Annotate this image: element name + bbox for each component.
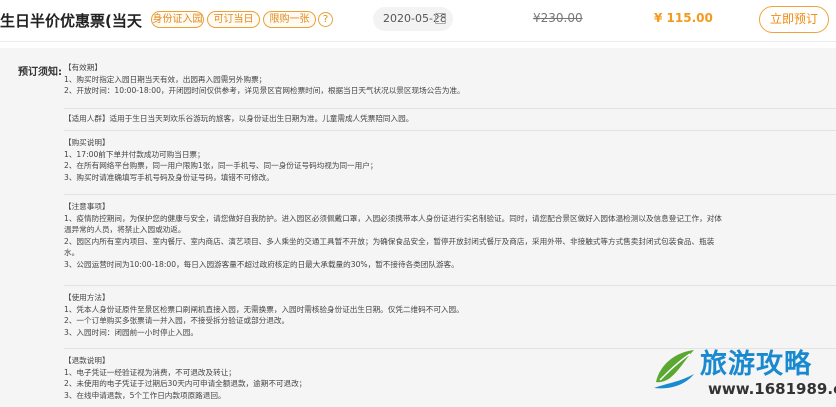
notice-line: 3、入园时间：闭园前一小时停止入园。 xyxy=(64,327,198,337)
notice-section-precautions: 【注意事项】 1、疫情防控期间，为保护您的健康与安全，请您做好自我防护。进入园区… xyxy=(64,194,836,270)
notice-section-usage: 【使用方法】 1、凭本人身份证原件至景区检票口刷闸机直接入园，无需换票，入园时需… xyxy=(64,285,836,338)
notice-line: 【有效期】 xyxy=(64,63,102,72)
notice-line: 【使用方法】 xyxy=(64,293,110,302)
book-now-button[interactable]: 立即预订 xyxy=(759,6,829,33)
notice-line: 2、在所有网络平台购票，同一用户限购1张，同一手机号、同一身份证号码均视为同一用… xyxy=(64,161,378,170)
watermark-title: 旅游攻略 xyxy=(700,349,812,380)
notice-line: 1、凭本人身份证原件至景区检票口刷闸机直接入园，无需换票，入园时需核验身份证出生… xyxy=(64,304,464,314)
notice-section-purchase: 【购买说明】 1、17:00前下单并付款成功可购当日票； 2、在所有网络平台购票… xyxy=(64,130,836,183)
notice-line: 2、一个订单购买多张票请一并入园，不接受拆分验证或部分退改。 xyxy=(64,316,290,325)
notice-line: 2、园区内所有室内项目、室内餐厅、室内商店、演艺项目、多人乘坐的交通工具暂不开放… xyxy=(64,236,715,246)
tag-same-day-booking: 可订当日 xyxy=(207,11,260,28)
original-price: ¥230.00 xyxy=(533,11,583,25)
notice-line: 【注意事项】 xyxy=(64,202,110,211)
notice-line: 1、疫情防控期间，为保护您的健康与安全，请您做好自我防护。进入园区必须佩戴口罩，… xyxy=(64,213,722,223)
watermark-url: www.1681989.cn xyxy=(708,380,836,398)
notice-line: 温异常的人员，将禁止入园或劝返。 xyxy=(64,225,186,234)
notice-line: 2、开放时间：10:00-18:00，开闭园时间仅供参考，详见景区官网检票时间，… xyxy=(64,86,465,95)
notice-section-audience: 【适用人群】适用于生日当天到欢乐谷游玩的旅客，以身份证出生日期为准。儿童需成人凭… xyxy=(64,108,836,125)
section-divider: 【适用人群】适用于生日当天到欢乐谷游玩的旅客，以身份证出生日期为准。儿童需成人凭… xyxy=(64,108,836,125)
calendar-icon xyxy=(435,13,446,24)
notice-section-validity: 【有效期】 1、购买时指定入园日期当天有效，出园再入园需另外购票； 2、开放时间… xyxy=(64,62,836,97)
tag-id-card-entry: 身份证入园 xyxy=(151,11,204,28)
notice-label: 预订须知: xyxy=(18,67,62,78)
leaf-logo-icon xyxy=(654,350,694,389)
sale-price: ¥ 115.00 xyxy=(654,11,713,25)
product-row: 生日半价优惠票(当天可... 身份证入园 可订当日 限购一张 ? 2020-05… xyxy=(0,0,836,42)
section-divider: 【使用方法】 1、凭本人身份证原件至景区检票口刷闸机直接入园，无需换票，入园时需… xyxy=(64,285,836,338)
date-picker[interactable]: 2020-05-28 xyxy=(373,7,453,31)
notice-line: 3、公园运营时间为10:00-18:00，每日入园游客量不超过政府核定的日最大承… xyxy=(64,259,459,269)
tag-purchase-limit: 限购一张 xyxy=(263,11,316,28)
notice-line: 3、购买时请准确填写手机号码及身份证号码，填错不可修改。 xyxy=(64,172,274,182)
section-divider: 【购买说明】 1、17:00前下单并付款成功可购当日票； 2、在所有网络平台购票… xyxy=(64,130,836,183)
notice-line: 1、17:00前下单并付款成功可购当日票； xyxy=(64,149,205,159)
help-icon[interactable]: ? xyxy=(318,12,333,27)
notice-line: 1、购买时指定入园日期当天有效，出园再入园需另外购票； xyxy=(64,74,267,84)
notice-line: 【适用人群】适用于生日当天到欢乐谷游玩的旅客，以身份证出生日期为准。儿童需成人凭… xyxy=(64,114,414,123)
notice-line: 【购买说明】 xyxy=(64,138,110,147)
watermark: 旅游攻略 www.1681989.cn xyxy=(650,338,836,407)
section-divider: 【注意事项】 1、疫情防控期间，为保护您的健康与安全，请您做好自我防护。进入园区… xyxy=(64,194,836,270)
product-title[interactable]: 生日半价优惠票(当天可... xyxy=(0,10,142,31)
notice-line: 水。 xyxy=(64,248,80,257)
